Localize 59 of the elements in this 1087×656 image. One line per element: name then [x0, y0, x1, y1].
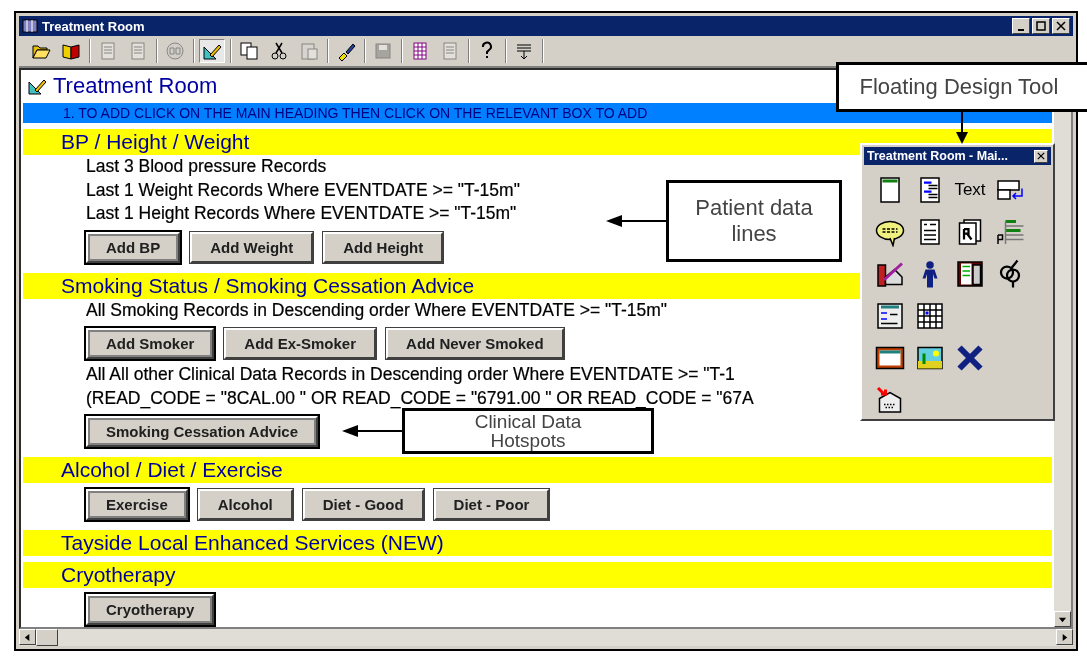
callout-arrow [606, 214, 666, 228]
form-icon [875, 301, 905, 331]
save-icon [373, 41, 393, 61]
callout-arrow [954, 112, 969, 144]
hotspot-button[interactable]: Smoking Cessation Advice [86, 416, 318, 447]
data-line: (READ_CODE = "8CAL.00 " OR READ_CODE = "6791.00 " OR READ_CODE = "67A [86, 386, 754, 410]
table-icon [915, 301, 945, 331]
close-icon [1056, 21, 1066, 31]
minimize-button[interactable] [1012, 18, 1030, 34]
hotspot-button[interactable]: Add Height [323, 231, 444, 263]
hotspot-button[interactable]: Exercise [86, 489, 188, 520]
callout-box: Clinical Data Hotspots [402, 408, 654, 454]
hotspot-button[interactable]: Diet - Good [302, 489, 424, 520]
application-icon [22, 18, 38, 34]
grid-icon [410, 41, 430, 61]
hotspot-button[interactable]: Cryotherapy [86, 594, 215, 625]
lines-icon [514, 41, 534, 61]
brush-icon [336, 41, 356, 61]
text-tool[interactable]: Text [950, 169, 990, 211]
open-book-icon [955, 259, 985, 289]
section-heading[interactable]: Cryotherapy [23, 562, 1052, 588]
section-heading[interactable]: Alcohol / Diet / Exercise [23, 457, 1052, 483]
callout-arrow [342, 424, 402, 438]
paste-icon [299, 41, 319, 61]
scroll-thumb[interactable] [36, 629, 58, 646]
toolbar-button[interactable] [199, 39, 225, 63]
triangle-right-icon [1060, 632, 1069, 642]
hotspot-button[interactable]: Add Smoker [86, 328, 215, 359]
book-icon [61, 41, 81, 61]
maximize-icon [1036, 21, 1046, 31]
hotspot-button[interactable]: Add Never Smoked [386, 328, 564, 359]
close-button[interactable] [1034, 149, 1048, 163]
section-heading[interactable]: Tayside Local Enhanced Services (NEW) [23, 530, 1052, 556]
hotspot-button[interactable]: Add Ex-Smoker [224, 328, 377, 359]
data-line: Last 3 Blood pressure Records [86, 155, 327, 178]
close-button[interactable] [1052, 18, 1070, 34]
data-line: Last 1 Height Records Where EVENTDATE >= "T-15m" [86, 202, 517, 225]
hotspot-button[interactable]: Alcohol [197, 489, 293, 520]
data-line: All Smoking Records in Descending order Where EVENTDATE >= "T-15m" [86, 298, 668, 322]
cross-icon [955, 343, 985, 373]
maximize-button[interactable] [1032, 18, 1050, 34]
triangle-left-icon [23, 632, 32, 642]
copy-icon [239, 41, 259, 61]
callout-box: Patient data lines [666, 180, 842, 262]
data-line: All All other Clinical Data Records in Descending order Where EVENTDATE >= "T-1 [86, 363, 735, 386]
window-title: Treatment Room [42, 18, 146, 34]
hotspot-button[interactable]: Add Weight [190, 231, 314, 263]
callout-box: Floating Design Tool [836, 62, 1087, 112]
horizontal-scrollbar[interactable] [19, 629, 1073, 646]
cut-icon [269, 41, 289, 61]
hotspot-button[interactable]: Add BP [86, 231, 181, 263]
close-icon [1037, 152, 1045, 160]
page-title: Treatment Room [53, 73, 218, 99]
document-icon [98, 41, 118, 61]
document-icon [128, 41, 148, 61]
minimize-icon [1018, 28, 1024, 31]
document-icon [440, 41, 460, 61]
data-line: Last 1 Weight Records Where EVENTDATE >= "T-15m" [86, 178, 520, 202]
hotspot-button[interactable]: Diet - Poor [433, 489, 550, 520]
